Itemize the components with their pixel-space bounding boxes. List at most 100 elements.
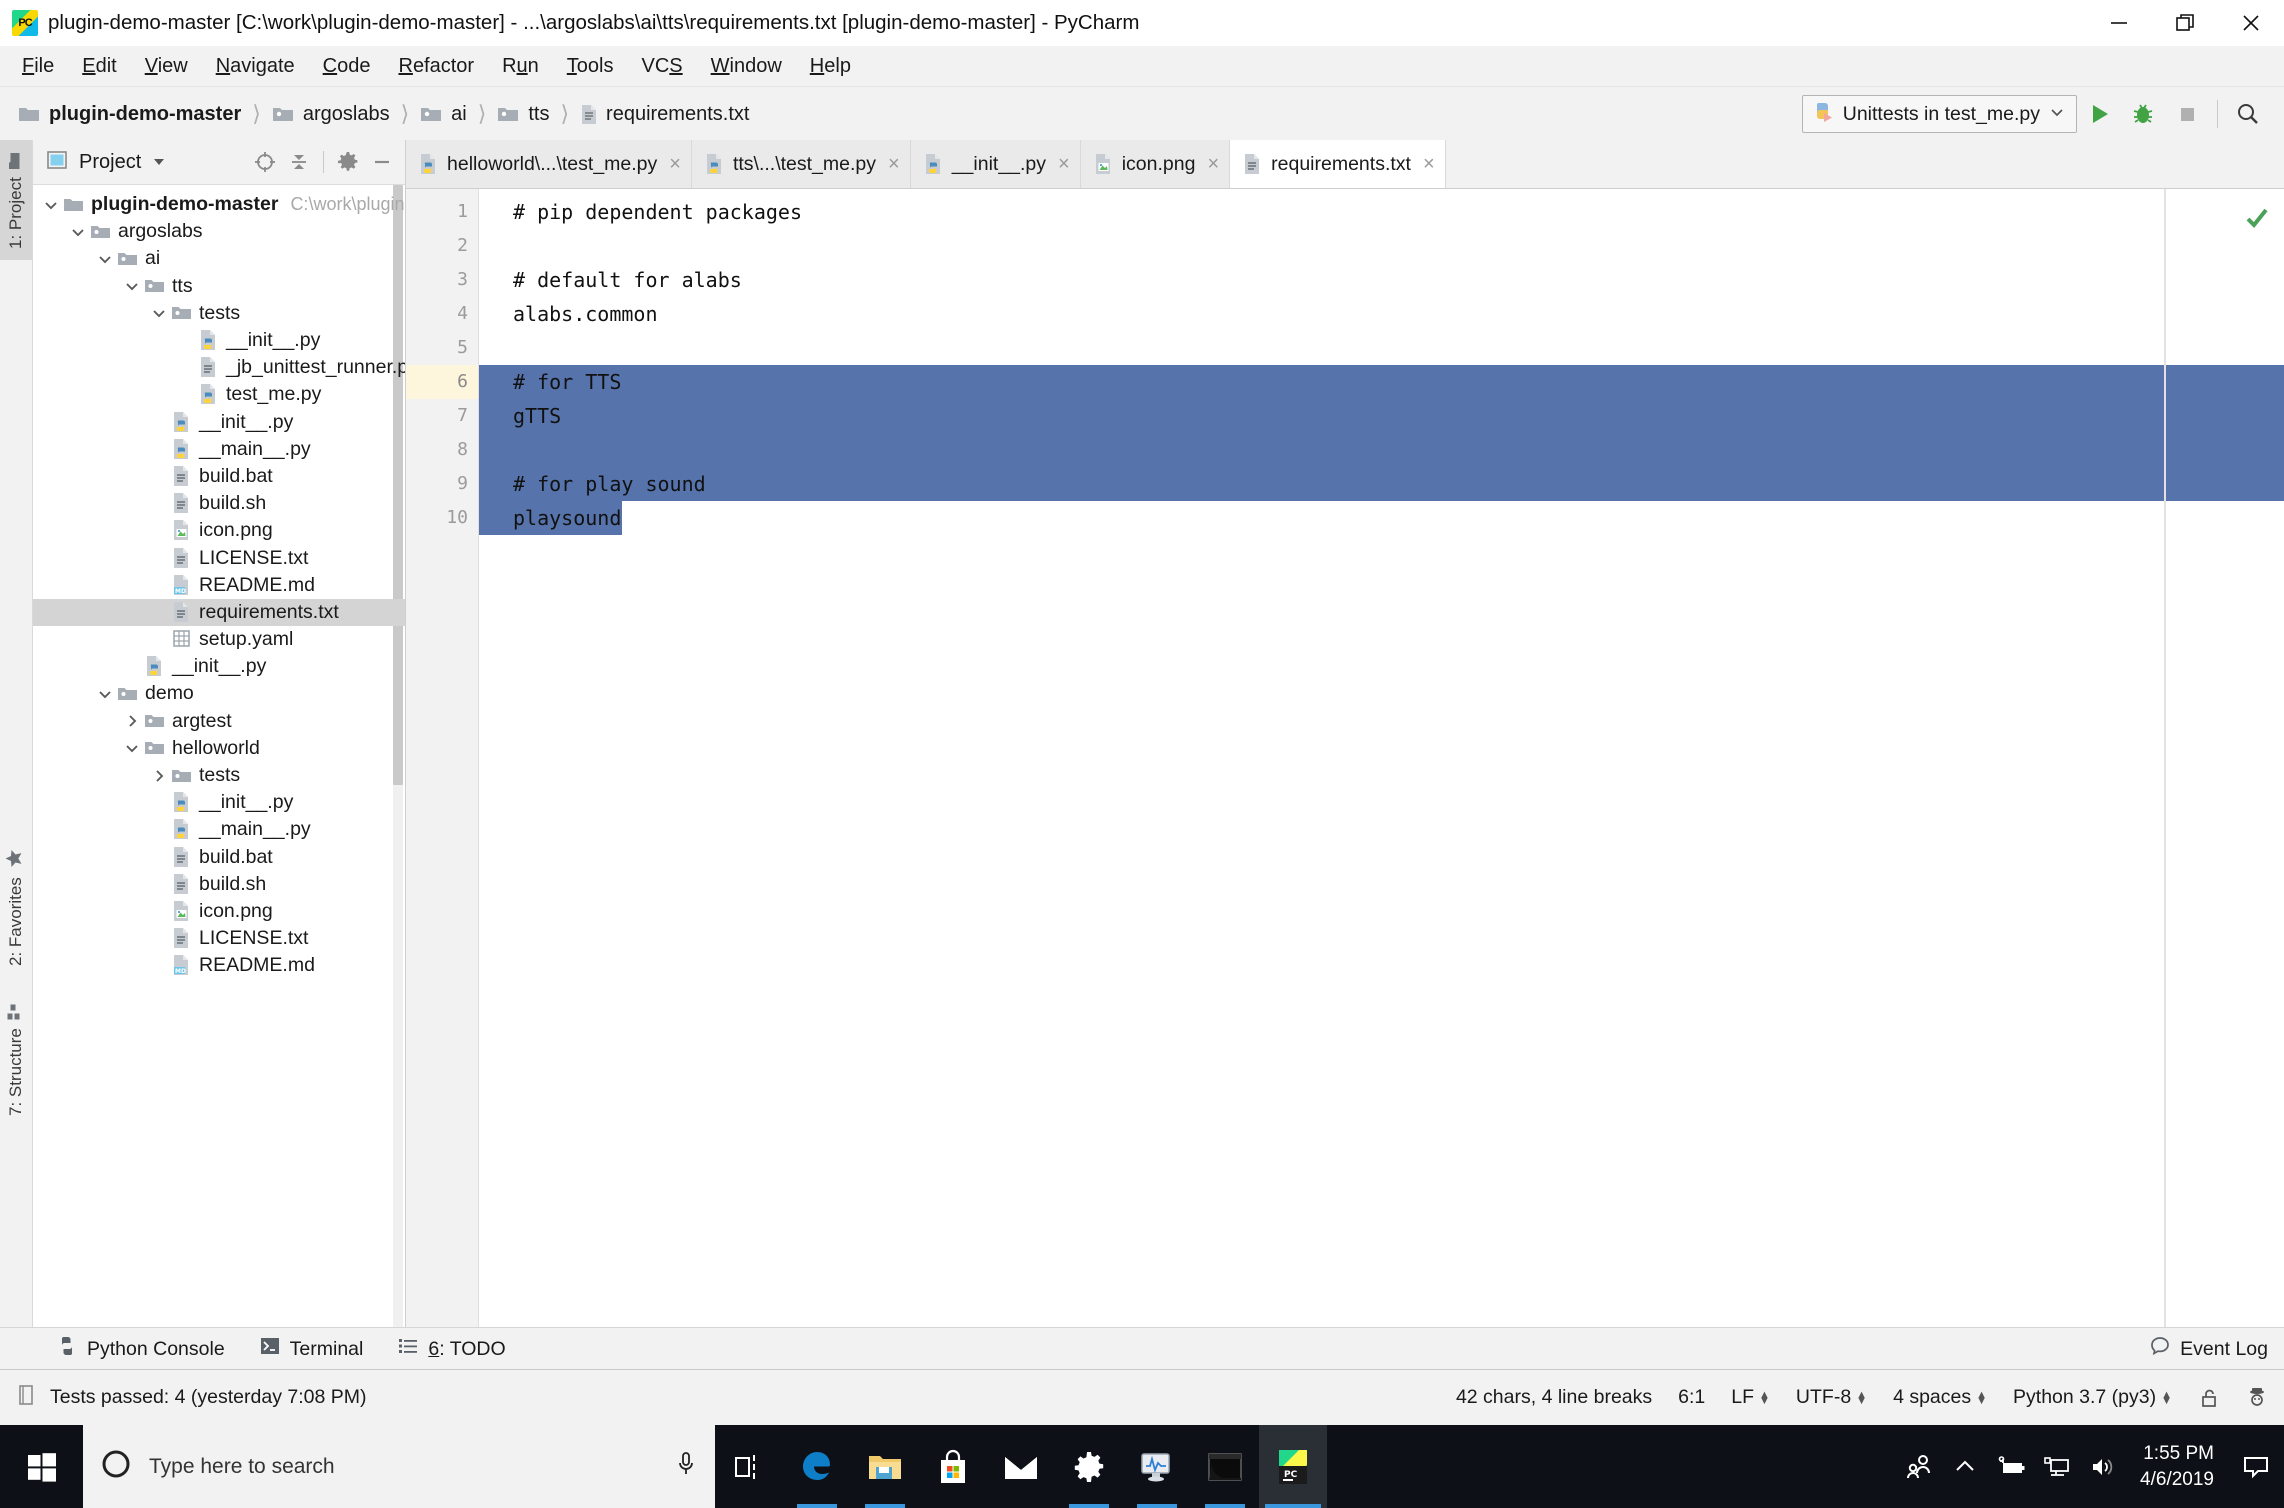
notification-center-icon[interactable]: [2228, 1425, 2284, 1508]
tree-row[interactable]: __init__.py: [33, 327, 405, 354]
chevron-right-icon[interactable]: [120, 713, 144, 729]
status-line-separator[interactable]: LF ▲ ▼: [1731, 1386, 1770, 1409]
tree-row[interactable]: build.bat: [33, 844, 405, 871]
gear-icon[interactable]: [331, 145, 365, 179]
editor-line[interactable]: alabs.common: [479, 297, 2284, 331]
tree-row[interactable]: __main__.py: [33, 816, 405, 843]
status-caret-position[interactable]: 6:1: [1678, 1386, 1705, 1409]
task-view-icon[interactable]: [715, 1425, 783, 1508]
close-icon[interactable]: ×: [888, 153, 900, 176]
chevron-down-icon[interactable]: [147, 305, 171, 321]
chevron-down-icon[interactable]: [2048, 103, 2066, 126]
editor-line[interactable]: # for TTS: [479, 365, 2284, 399]
tree-row[interactable]: __init__.py: [33, 409, 405, 436]
chevron-down-icon[interactable]: [120, 740, 144, 756]
bottom-tool-terminal[interactable]: Terminal: [259, 1335, 363, 1363]
stop-icon[interactable]: [2165, 92, 2209, 136]
edge-icon[interactable]: [783, 1425, 851, 1508]
search-icon[interactable]: [2226, 92, 2270, 136]
command-prompt-icon[interactable]: [1191, 1425, 1259, 1508]
editor-line[interactable]: gTTS: [479, 399, 2284, 433]
minimize-icon[interactable]: [2086, 0, 2152, 46]
editor-gutter[interactable]: 1 2 3 4 5 6 7 8 9 10: [406, 189, 479, 1328]
menu-navigate[interactable]: Navigate: [202, 51, 309, 82]
breadcrumb-item-tts[interactable]: tts: [497, 103, 549, 126]
editor-line[interactable]: [479, 229, 2284, 263]
tree-row[interactable]: test_me.py: [33, 381, 405, 408]
sidebar-item-structure[interactable]: 7: Structure: [0, 980, 32, 1137]
collapse-all-icon[interactable]: [282, 145, 316, 179]
chevron-right-icon[interactable]: [147, 768, 171, 784]
tree-row[interactable]: __main__.py: [33, 436, 405, 463]
tree-row[interactable]: tts: [33, 273, 405, 300]
menu-file[interactable]: File: [8, 51, 68, 82]
menu-edit[interactable]: Edit: [68, 51, 130, 82]
run-configuration-selector[interactable]: Unittests in test_me.py: [1801, 95, 2077, 133]
tree-row[interactable]: build.sh: [33, 871, 405, 898]
tree-row[interactable]: demo: [33, 680, 405, 707]
status-encoding[interactable]: UTF-8 ▲ ▼: [1796, 1386, 1867, 1409]
editor-line[interactable]: # pip dependent packages: [479, 195, 2284, 229]
restore-icon[interactable]: [2152, 0, 2218, 46]
tree-row[interactable]: icon.png: [33, 898, 405, 925]
chevron-down-icon[interactable]: [93, 686, 117, 702]
editor-line[interactable]: # for play sound: [479, 467, 2284, 501]
menu-run[interactable]: Run: [488, 51, 553, 82]
chevron-down-icon[interactable]: [151, 153, 167, 172]
status-indent[interactable]: 4 spaces ▲ ▼: [1893, 1386, 1987, 1409]
resource-monitor-icon[interactable]: [1123, 1425, 1191, 1508]
tree-row[interactable]: tests: [33, 300, 405, 327]
tree-row[interactable]: LICENSE.txt: [33, 544, 405, 571]
menu-help[interactable]: Help: [796, 51, 865, 82]
file-explorer-icon[interactable]: [851, 1425, 919, 1508]
microsoft-store-icon[interactable]: [919, 1425, 987, 1508]
editor-code[interactable]: # pip dependent packages # default for al…: [479, 189, 2284, 1328]
tree-row-selected[interactable]: requirements.txt: [33, 598, 405, 626]
menu-refactor[interactable]: Refactor: [384, 51, 488, 82]
tree-row[interactable]: argtest: [33, 708, 405, 735]
network-icon[interactable]: [2034, 1425, 2080, 1508]
tree-row[interactable]: MD README.md: [33, 952, 405, 979]
sidebar-item-favorites[interactable]: 2: Favorites: [0, 830, 32, 982]
sidebar-item-project[interactable]: 1: Project: [0, 140, 32, 260]
chevron-down-icon[interactable]: [93, 251, 117, 267]
breadcrumb-item-file[interactable]: requirements.txt: [580, 103, 749, 126]
microphone-icon[interactable]: [673, 1450, 699, 1483]
tree-row[interactable]: build.bat: [33, 463, 405, 490]
people-icon[interactable]: [1896, 1425, 1942, 1508]
pycharm-icon[interactable]: PC: [1259, 1425, 1327, 1508]
tree-row[interactable]: MD README.md: [33, 572, 405, 599]
hide-icon[interactable]: [365, 145, 399, 179]
menu-view[interactable]: View: [131, 51, 202, 82]
tree-row[interactable]: ai: [33, 245, 405, 272]
close-icon[interactable]: ×: [1058, 153, 1070, 176]
debug-icon[interactable]: [2121, 92, 2165, 136]
tree-row[interactable]: tests: [33, 762, 405, 789]
run-icon[interactable]: [2077, 92, 2121, 136]
breadcrumb-item-argoslabs[interactable]: argoslabs: [272, 103, 390, 126]
close-icon[interactable]: ×: [1207, 153, 1219, 176]
ok-check-icon[interactable]: [2244, 205, 2270, 236]
battery-icon[interactable]: [1988, 1425, 2034, 1508]
windows-start-icon[interactable]: [0, 1425, 83, 1508]
menu-code[interactable]: Code: [309, 51, 385, 82]
editor-tab[interactable]: tts\...\test_me.py ×: [691, 140, 911, 188]
breadcrumb-item-ai[interactable]: ai: [420, 103, 467, 126]
close-icon[interactable]: [2218, 0, 2284, 46]
close-icon[interactable]: ×: [669, 153, 681, 176]
tree-row[interactable]: helloworld: [33, 735, 405, 762]
tree-row[interactable]: setup.yaml: [33, 626, 405, 653]
mail-icon[interactable]: [987, 1425, 1055, 1508]
editor-body[interactable]: 1 2 3 4 5 6 7 8 9 10 # pip dependent packages # de…: [406, 189, 2284, 1328]
taskbar-clock[interactable]: 1:55 PM 4/6/2019: [2126, 1441, 2228, 1493]
editor-tab[interactable]: helloworld\...\test_me.py ×: [406, 140, 692, 188]
chevron-down-icon[interactable]: [39, 197, 63, 213]
show-hidden-icons-icon[interactable]: [1942, 1425, 1988, 1508]
status-interpreter[interactable]: Python 3.7 (py3) ▲ ▼: [2013, 1386, 2172, 1409]
breadcrumb-item-project[interactable]: plugin-demo-master: [18, 103, 241, 126]
tree-row[interactable]: __init__.py: [33, 789, 405, 816]
unlocked-icon[interactable]: [2198, 1386, 2220, 1410]
tree-row[interactable]: __init__.py: [33, 653, 405, 680]
editor-tab-active[interactable]: requirements.txt ×: [1230, 140, 1446, 188]
tree-row[interactable]: plugin-demo-master C:\work\plugin-dem: [33, 191, 405, 218]
